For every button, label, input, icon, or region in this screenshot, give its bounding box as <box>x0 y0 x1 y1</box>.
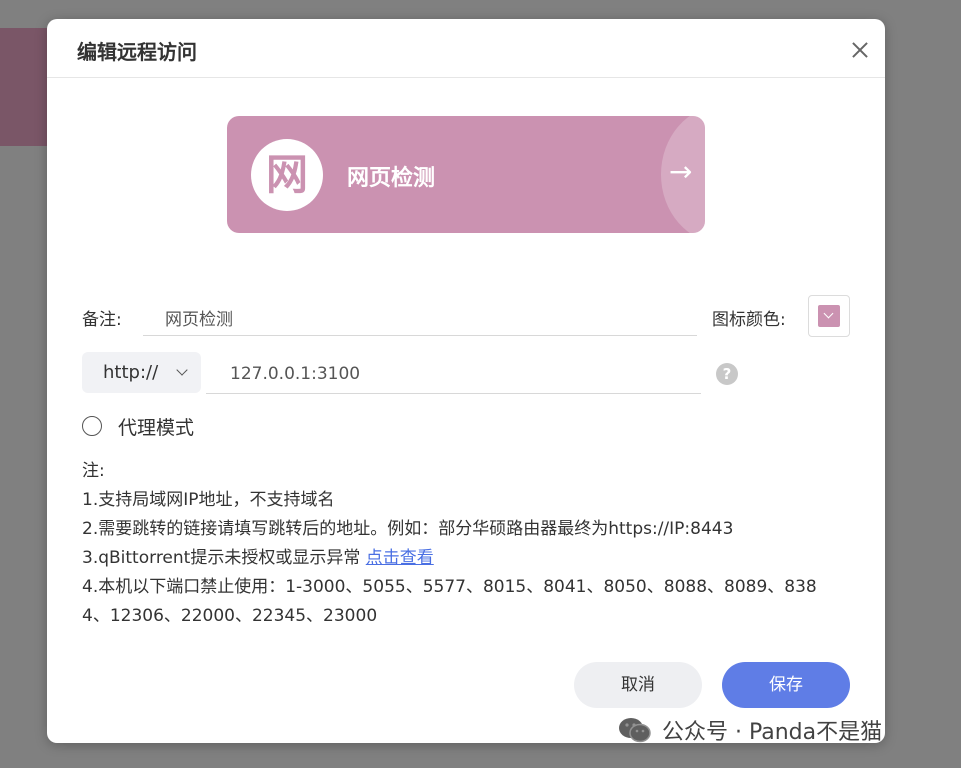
help-icon[interactable]: ? <box>716 363 738 385</box>
watermark-text: 公众号 · Panda不是猫 <box>662 720 883 745</box>
note-line-4: 4.本机以下端口禁止使用：1-3000、5055、5577、8015、8041、… <box>82 577 817 626</box>
proxy-mode-radio[interactable] <box>82 416 102 436</box>
proxy-mode-label[interactable]: 代理模式 <box>118 413 194 440</box>
address-input-value: 127.0.0.1:3100 <box>230 364 361 384</box>
protocol-select[interactable]: http:// <box>82 352 201 393</box>
wechat-icon <box>619 718 651 743</box>
note-line-3-text: 3.qBittorrent提示未授权或显示异常 <box>82 548 366 568</box>
note-line-1: 1.支持局域网IP地址，不支持域名 <box>82 490 335 510</box>
icon-color-label: 图标颜色: <box>712 310 786 330</box>
preview-app-icon: 网 <box>251 139 323 211</box>
notes-section: 注: 1.支持局域网IP地址，不支持域名 2.需要跳转的链接请填写跳转后的地址。… <box>82 457 842 631</box>
protocol-select-value: http:// <box>103 362 159 383</box>
dialog-title: 编辑远程访问 <box>77 40 197 64</box>
icon-color-picker[interactable] <box>808 295 850 337</box>
save-button[interactable]: 保存 <box>722 662 850 708</box>
note-input-value: 网页检测 <box>165 310 233 330</box>
note-line-3: 3.qBittorrent提示未授权或显示异常 点击查看 <box>82 544 842 573</box>
address-input[interactable]: 127.0.0.1:3100 <box>206 352 701 394</box>
close-icon[interactable] <box>849 39 871 61</box>
notes-heading: 注: <box>82 461 105 481</box>
preview-card[interactable]: 网 网页检测 → <box>227 116 705 233</box>
color-swatch-dropdown-icon <box>818 305 840 327</box>
note-label: 备注: <box>82 310 122 330</box>
note-line-2: 2.需要跳转的链接请填写跳转后的地址。例如：部分华硕路由器最终为https://… <box>82 519 734 539</box>
cancel-button[interactable]: 取消 <box>574 662 702 708</box>
chevron-down-icon <box>176 364 188 376</box>
arrow-right-icon: → <box>669 155 693 188</box>
note-input[interactable]: 网页检测 <box>143 295 697 336</box>
edit-remote-access-dialog: 编辑远程访问 网 网页检测 → 备注: 网页检测 图标颜色: http:// 1… <box>47 19 885 743</box>
preview-title: 网页检测 <box>347 166 436 191</box>
dialog-header: 编辑远程访问 <box>47 19 885 78</box>
view-details-link[interactable]: 点击查看 <box>366 548 434 568</box>
